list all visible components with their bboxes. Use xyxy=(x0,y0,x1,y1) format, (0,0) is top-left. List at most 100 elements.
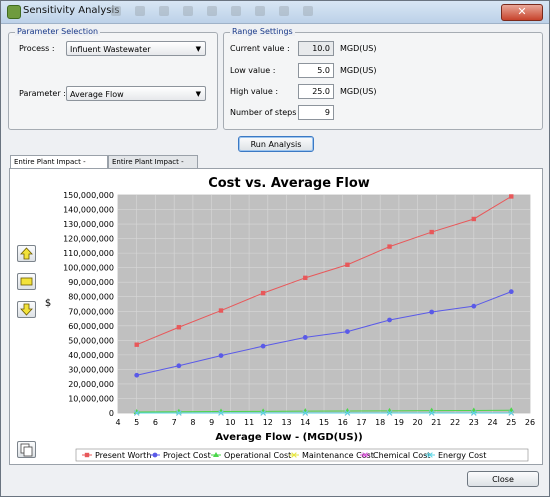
y-tick-label: 110,000,000 xyxy=(63,249,114,258)
x-tick-label: 14 xyxy=(300,418,310,427)
project-cost-legend-label: Project Cost xyxy=(163,451,211,460)
x-tick-label: 25 xyxy=(506,418,516,427)
present-worth-marker xyxy=(260,290,266,296)
project-cost-marker xyxy=(387,317,392,323)
cost-chart: Cost vs. Average Flow $ 4 5 6 7 8 9 10 11 12 13 14… xyxy=(45,176,535,462)
project-cost-marker xyxy=(345,329,350,335)
x-tick-label: 24 xyxy=(487,418,497,427)
present-worth-legend-label: Present Worth xyxy=(95,451,151,460)
parameter-select-value: Average Flow xyxy=(70,90,124,99)
y-tick-label: 120,000,000 xyxy=(63,235,114,244)
steps-label: Number of steps : xyxy=(230,108,302,117)
app-icon xyxy=(7,5,21,19)
operational-cost-legend-label: Operational Cost xyxy=(224,451,291,460)
x-tick-label: 6 xyxy=(153,418,158,427)
x-tick-label: 21 xyxy=(431,418,441,427)
process-select-value: Influent Wastewater xyxy=(70,45,151,54)
y-tick-label: 10,000,000 xyxy=(68,394,114,403)
parameter-selection-group: Parameter Selection Process : Influent W… xyxy=(8,27,218,130)
window-title: Sensitivity Analysis xyxy=(23,5,120,16)
present-worth-marker xyxy=(345,262,350,267)
project-cost-marker xyxy=(508,289,514,295)
y-tick-label: 130,000,000 xyxy=(63,220,114,229)
y-tick-label: 50,000,000 xyxy=(68,336,114,345)
present-worth-marker xyxy=(471,216,477,222)
y-tick-label: 60,000,000 xyxy=(68,322,114,331)
x-tick-label: 5 xyxy=(134,418,139,427)
x-tick-label: 10 xyxy=(225,418,235,427)
plot-area: 4 5 6 7 8 9 10 11 12 13 14 15 16 17 18 19 20 21 22 23 24 25 26… xyxy=(63,191,535,427)
background-toolbar xyxy=(111,3,411,19)
parameter-label: Parameter : xyxy=(19,89,66,98)
high-value-input[interactable]: 25.0 xyxy=(298,84,334,99)
y-tick-label: 80,000,000 xyxy=(68,293,114,302)
y-tick-label: 150,000,000 xyxy=(63,191,114,200)
y-axis-label: $ xyxy=(45,298,51,309)
present-worth-marker xyxy=(429,229,434,235)
y-tick-label: 20,000,000 xyxy=(68,380,114,389)
steps-input[interactable]: 9 xyxy=(298,105,334,120)
low-value-input[interactable]: 5.0 xyxy=(298,63,334,78)
x-tick-label: 19 xyxy=(394,418,404,427)
x-tick-label: 4 xyxy=(115,418,120,427)
x-tick-label: 11 xyxy=(244,418,254,427)
x-tick-label: 16 xyxy=(338,418,348,427)
present-worth-marker xyxy=(218,308,224,313)
project-cost-marker xyxy=(134,372,140,378)
current-value-unit: MGD(US) xyxy=(340,44,377,53)
low-value-unit: MGD(US) xyxy=(340,66,377,75)
x-tick-label: 12 xyxy=(263,418,273,427)
project-cost-marker xyxy=(176,363,182,369)
present-worth-marker xyxy=(176,325,182,330)
window-close-button[interactable]: ✕ xyxy=(501,4,543,21)
project-cost-marker xyxy=(218,353,224,358)
project-cost-marker xyxy=(260,343,266,349)
x-tick-label: 7 xyxy=(172,418,177,427)
sensitivity-analysis-window: Sensitivity Analysis ✕ Parameter Selecti… xyxy=(0,0,550,497)
y-tick-label: 30,000,000 xyxy=(68,365,114,374)
present-worth-marker xyxy=(387,244,392,249)
energy-cost-legend-label: Energy Cost xyxy=(438,451,486,460)
y-tick-label: 0 xyxy=(109,409,114,418)
process-select[interactable]: Influent Wastewater ▼ xyxy=(66,41,206,56)
y-tick-label: 140,000,000 xyxy=(63,206,114,215)
range-settings-group: Range Settings Current value : 10.0 MGD(… xyxy=(223,27,543,130)
run-analysis-button[interactable]: Run Analysis xyxy=(238,136,314,152)
y-tick-label: 40,000,000 xyxy=(68,351,114,360)
y-tick-label: 90,000,000 xyxy=(68,278,114,287)
high-value-label: High value : xyxy=(230,87,279,96)
project-cost-marker xyxy=(429,309,435,315)
x-axis-label: Average Flow - (MGD(US)) xyxy=(215,432,362,443)
chevron-down-icon: ▼ xyxy=(195,90,201,98)
close-button[interactable]: Close xyxy=(467,471,539,487)
range-settings-title: Range Settings xyxy=(230,27,295,36)
x-tick-label: 26 xyxy=(525,418,535,427)
parameter-select[interactable]: Average Flow ▼ xyxy=(66,86,206,101)
chart-title: Cost vs. Average Flow xyxy=(208,176,370,191)
x-tick-label: 13 xyxy=(281,418,291,427)
parameter-selection-title: Parameter Selection xyxy=(15,27,101,36)
current-value-label: Current value : xyxy=(230,44,290,53)
project-cost-marker xyxy=(302,335,308,340)
present-worth-legend-marker xyxy=(84,452,90,458)
x-tick-label: 8 xyxy=(190,418,195,427)
present-worth-marker xyxy=(134,342,139,347)
present-worth-marker xyxy=(509,194,514,199)
x-tick-label: 23 xyxy=(469,418,479,427)
chart-legend: Present Worth Project Cost Operational Cos… xyxy=(75,448,529,462)
x-tick-label: 20 xyxy=(413,418,423,427)
chevron-down-icon: ▼ xyxy=(195,45,201,53)
process-label: Process : xyxy=(19,44,55,53)
x-tick-label: 9 xyxy=(209,418,214,427)
x-tick-label: 15 xyxy=(319,418,329,427)
chemical-cost-legend-label: Chemical Cost xyxy=(373,451,430,460)
low-value-label: Low value : xyxy=(230,66,276,75)
y-tick-label: 70,000,000 xyxy=(68,307,114,316)
current-value-field: 10.0 xyxy=(298,41,334,56)
title-bar[interactable]: Sensitivity Analysis ✕ xyxy=(1,1,549,24)
tab-graph[interactable]: Entire Plant Impact - graph xyxy=(10,155,108,178)
graph-panel: Cost vs. Average Flow $ 4 5 6 7 8 9 10 11 12 13 14… xyxy=(9,168,543,465)
project-cost-legend-marker xyxy=(152,452,158,458)
x-tick-label: 17 xyxy=(356,418,366,427)
tab-table[interactable]: Entire Plant Impact - table xyxy=(108,155,198,178)
